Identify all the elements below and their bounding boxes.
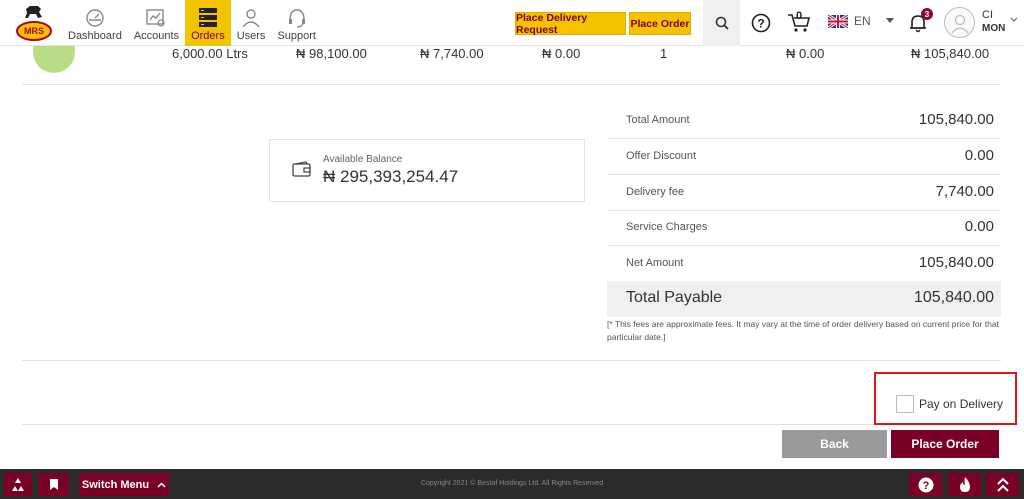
row-count: 1 <box>660 46 668 61</box>
pay-on-delivery-label[interactable]: Pay on Delivery <box>919 397 1003 411</box>
buttons-divider <box>22 424 874 425</box>
question-circle-icon: ? <box>918 477 933 492</box>
row-total: ₦ 105,840.00 <box>911 46 990 61</box>
user-menu[interactable]: CI MON <box>982 9 1005 35</box>
user-icon <box>950 14 969 33</box>
summary-row-offer-discount: Offer Discount 0.00 <box>607 139 1001 175</box>
header-place-order-button[interactable]: Place Order <box>629 12 691 35</box>
summary-row-total-amount: Total Amount 105,840.00 <box>607 103 1001 139</box>
nav-dashboard[interactable]: Dashboard <box>62 0 128 46</box>
nav-orders-label: Orders <box>191 30 225 42</box>
row-delivery: ₦ 7,740.00 <box>420 46 484 61</box>
row-discount: ₦ 0.00 <box>542 46 581 61</box>
svg-text:?: ? <box>757 17 764 31</box>
available-balance-card: Available Balance ₦ 295,393,254.47 <box>269 139 585 202</box>
pay-on-delivery-checkbox[interactable] <box>896 395 914 413</box>
cart-count: 0 <box>796 10 803 22</box>
hot-deals-button[interactable] <box>948 473 981 496</box>
nav-orders[interactable]: Orders <box>185 0 231 46</box>
summary-value: 105,840.00 <box>918 111 994 128</box>
summary-row-net-amount: Net Amount 105,840.00 <box>607 246 1001 282</box>
dashboard-icon <box>86 9 104 27</box>
back-button[interactable]: Back <box>782 430 887 458</box>
company-logo[interactable]: MRS <box>16 3 52 43</box>
product-thumbnail <box>33 46 75 73</box>
copyright-text: Copyright 2021 © Bestaf Holdings Ltd. Al… <box>420 480 604 487</box>
place-delivery-request-button[interactable]: Place Delivery Request <box>515 12 626 36</box>
row-divider <box>22 84 1001 85</box>
main-nav: Dashboard Accounts Orders Users Support <box>62 0 322 46</box>
summary-label: Service Charges <box>626 221 708 233</box>
nav-users-label: Users <box>236 30 266 42</box>
notification-badge: 3 <box>921 8 933 20</box>
help-footer-button[interactable]: ? <box>909 473 942 496</box>
notifications-button[interactable] <box>905 0 931 46</box>
summary-row-total-payable: Total Payable 105,840.00 <box>607 281 1001 317</box>
user-avatar[interactable] <box>944 7 975 38</box>
nav-dashboard-label: Dashboard <box>68 30 122 42</box>
nav-accounts-label: Accounts <box>133 30 180 42</box>
cart-button[interactable]: 0 <box>785 0 813 46</box>
caret-down-icon <box>885 18 894 23</box>
summary-value: 0.00 <box>964 218 994 235</box>
row-amount: ₦ 98,100.00 <box>296 46 367 61</box>
svg-text:MRS: MRS <box>24 26 44 36</box>
summary-row-service-charges: Service Charges 0.00 <box>607 210 1001 246</box>
total-payable-label: Total Payable <box>626 289 723 306</box>
summary-value: 105,840.00 <box>918 254 994 271</box>
footer: Switch Menu Copyright 2021 © Bestaf Hold… <box>0 469 1024 499</box>
summary-label: Net Amount <box>626 257 684 269</box>
nav-support-label: Support <box>277 30 316 42</box>
orders-icon <box>198 8 217 27</box>
language-selector[interactable]: EN <box>828 14 895 28</box>
summary-label: Total Amount <box>626 114 690 126</box>
row-charges: ₦ 0.00 <box>786 46 825 61</box>
section-divider <box>22 360 1001 361</box>
summary-label: Delivery fee <box>626 186 685 198</box>
summary-row-delivery-fee: Delivery fee 7,740.00 <box>607 175 1001 211</box>
scroll-top-button[interactable] <box>986 473 1019 496</box>
summary-value: 7,740.00 <box>935 183 994 200</box>
summary-value: 0.00 <box>964 147 994 164</box>
nav-support[interactable]: Support <box>271 0 322 46</box>
svg-text:?: ? <box>922 480 929 492</box>
wallet-icon <box>292 161 311 177</box>
uk-flag-icon <box>828 14 848 28</box>
user-menu-chevron-icon[interactable] <box>1010 17 1018 23</box>
user-name-line2: MON <box>982 23 1006 34</box>
support-icon <box>288 9 305 28</box>
search-icon <box>715 16 729 30</box>
fire-icon <box>959 477 970 492</box>
summary-label: Offer Discount <box>626 150 697 162</box>
user-name-line1: CI <box>982 9 993 21</box>
balance-value: ₦ 295,393,254.47 <box>323 167 459 186</box>
accounts-icon <box>146 9 166 27</box>
help-button[interactable]: ? <box>748 0 774 46</box>
place-order-button[interactable]: Place Order <box>891 430 999 458</box>
search-button[interactable] <box>703 0 740 46</box>
nav-users[interactable]: Users <box>231 0 272 46</box>
help-icon: ? <box>751 13 771 33</box>
language-label: EN <box>854 14 871 28</box>
nav-accounts[interactable]: Accounts <box>128 0 185 46</box>
balance-label: Available Balance <box>323 154 403 165</box>
users-icon <box>242 9 260 28</box>
fees-note: [* This fees are approximate fees. It ma… <box>607 319 999 342</box>
total-payable-value: 105,840.00 <box>913 289 994 306</box>
row-quantity: 6,000.00 Ltrs <box>172 46 248 61</box>
top-header: MRS Dashboard Accounts Orders Users Supp… <box>0 0 1024 46</box>
double-chevron-up-icon <box>996 477 1009 492</box>
